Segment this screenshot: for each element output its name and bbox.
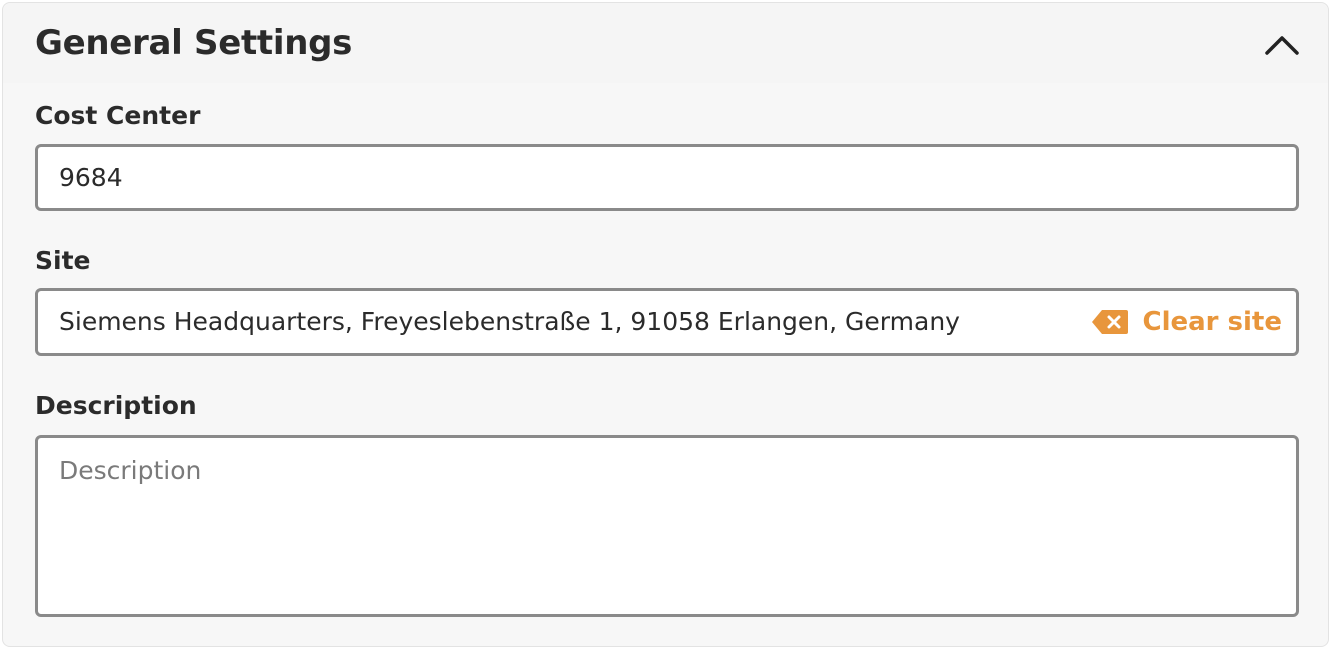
cost-center-value: 9684 [59,162,123,192]
panel-title: General Settings [35,23,353,63]
general-settings-panel: General Settings Cost Center 9684 Site S… [2,2,1329,647]
site-value: Siemens Headquarters, Freyeslebenstraße … [59,307,960,336]
description-textarea[interactable]: Description [35,435,1299,617]
chevron-up-icon [1265,36,1299,55]
description-label: Description [35,391,197,420]
clear-site-label: Clear site [1142,307,1283,337]
panel-header[interactable]: General Settings [3,3,1328,83]
site-label: Site [35,246,91,275]
clear-site-button[interactable]: Clear site [1091,307,1283,337]
collapse-button[interactable] [1262,25,1302,65]
site-input[interactable]: Siemens Headquarters, Freyeslebenstraße … [35,288,1299,356]
cost-center-label: Cost Center [35,101,201,130]
backspace-icon [1091,310,1128,334]
description-placeholder: Description [59,456,202,485]
cost-center-input[interactable]: 9684 [35,144,1299,211]
